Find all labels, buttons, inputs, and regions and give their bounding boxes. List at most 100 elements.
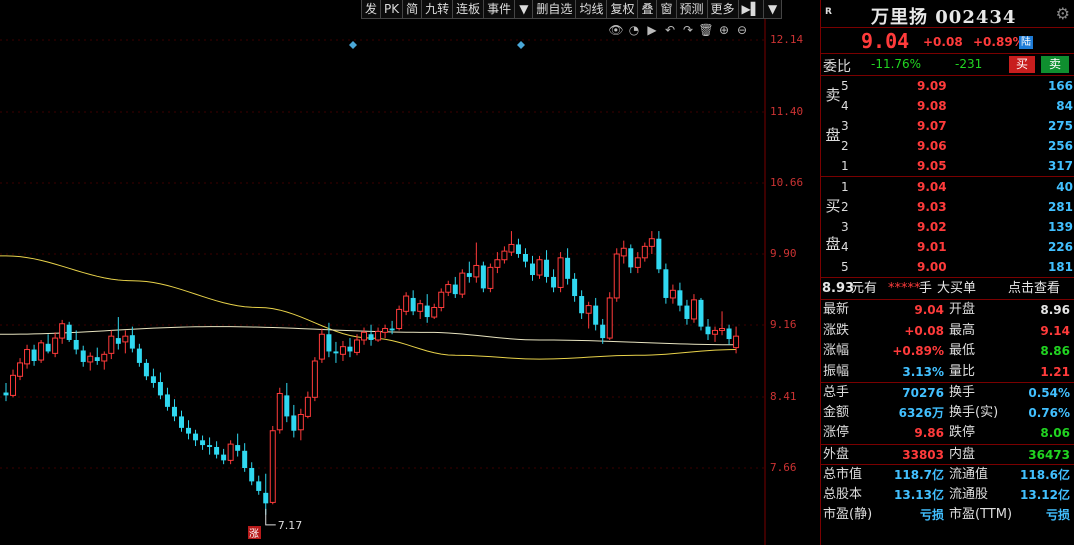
candle-body[interactable]: [157, 382, 163, 396]
candle-body[interactable]: [565, 257, 571, 279]
candle-body[interactable]: [669, 289, 676, 299]
ask-row[interactable]: 2 9.06 256: [841, 136, 1073, 156]
candle-body[interactable]: [73, 339, 79, 350]
candle-body[interactable]: [143, 362, 149, 377]
candle-body[interactable]: [389, 328, 395, 331]
candle-body[interactable]: [347, 346, 353, 352]
candle-body[interactable]: [579, 296, 585, 314]
toolbar-item[interactable]: 预测: [675, 0, 708, 19]
candle-body[interactable]: [403, 295, 410, 312]
gear-icon[interactable]: ⚙: [1056, 4, 1070, 23]
candle-body[interactable]: [291, 415, 297, 431]
candle-body[interactable]: [551, 276, 557, 288]
lock-icon[interactable]: ◔: [626, 22, 642, 38]
sell-button[interactable]: 卖: [1041, 56, 1069, 73]
candle-body[interactable]: [339, 346, 346, 355]
candle-body[interactable]: [677, 290, 683, 306]
candle-body[interactable]: [690, 299, 697, 320]
candle-body[interactable]: [698, 299, 704, 327]
candle-body[interactable]: [648, 238, 655, 247]
candle-body[interactable]: [726, 328, 732, 340]
candle-body[interactable]: [628, 248, 634, 268]
candle-body[interactable]: [207, 445, 213, 447]
candle-body[interactable]: [235, 445, 241, 451]
candle-body[interactable]: [719, 328, 726, 331]
candle-body[interactable]: [705, 326, 711, 335]
bid-row[interactable]: 2 9.03 281: [841, 197, 1073, 217]
candle-body[interactable]: [101, 353, 108, 362]
candle-body[interactable]: [326, 334, 332, 352]
candle-body[interactable]: [501, 250, 508, 261]
event-marker[interactable]: [349, 41, 357, 49]
candle-body[interactable]: [375, 330, 382, 341]
candle-body[interactable]: [193, 433, 199, 441]
candle-body[interactable]: [150, 376, 156, 383]
undo-icon[interactable]: ↶: [662, 22, 678, 38]
candle-body[interactable]: [417, 303, 424, 312]
toolbar-item[interactable]: PK: [380, 0, 404, 19]
candle-body[interactable]: [318, 333, 325, 360]
ask-row[interactable]: 3 9.07 275: [841, 116, 1073, 136]
zoom-out-icon[interactable]: ⊖: [734, 22, 750, 38]
candle-body[interactable]: [3, 392, 9, 396]
eye-icon[interactable]: 👁: [608, 22, 624, 38]
candle-body[interactable]: [10, 374, 17, 396]
candle-body[interactable]: [459, 272, 466, 295]
bid-row[interactable]: 3 9.02 139: [841, 217, 1073, 237]
ticker-view-link[interactable]: 点击查看: [1008, 278, 1060, 300]
candle-body[interactable]: [115, 338, 121, 344]
candle-body[interactable]: [221, 454, 227, 461]
candle-body[interactable]: [59, 323, 66, 339]
candle-body[interactable]: [31, 349, 37, 361]
candle-body[interactable]: [242, 450, 248, 468]
toolbar-item[interactable]: 叠: [637, 0, 658, 19]
candle-body[interactable]: [410, 297, 416, 312]
toolbar-item[interactable]: 九转: [421, 0, 454, 19]
candle-body[interactable]: [634, 257, 641, 268]
candle-body[interactable]: [368, 334, 374, 340]
candle-body[interactable]: [108, 335, 115, 354]
bid-row[interactable]: 4 9.01 226: [841, 237, 1073, 257]
candle-body[interactable]: [164, 394, 170, 407]
candle-body[interactable]: [297, 414, 304, 431]
candle-body[interactable]: [466, 273, 472, 277]
candlestick-chart[interactable]: 7.17 涨: [0, 0, 820, 545]
candle-body[interactable]: [87, 355, 94, 363]
candle-body[interactable]: [311, 360, 318, 398]
toolbar-item[interactable]: 复权: [606, 0, 639, 19]
toolbar-item[interactable]: 事件: [483, 0, 516, 19]
toolbar-item[interactable]: 简: [402, 0, 423, 19]
candle-body[interactable]: [606, 297, 613, 339]
candle-body[interactable]: [536, 259, 543, 276]
candle-body[interactable]: [17, 362, 24, 377]
play-icon[interactable]: ▶: [644, 22, 660, 38]
candle-body[interactable]: [480, 265, 486, 289]
candle-body[interactable]: [94, 357, 100, 361]
trash-icon[interactable]: 🗑: [698, 22, 714, 38]
candle-body[interactable]: [452, 284, 458, 295]
candle-body[interactable]: [494, 259, 501, 268]
candle-body[interactable]: [445, 284, 452, 293]
toolbar-item[interactable]: 窗: [656, 0, 677, 19]
candle-body[interactable]: [276, 392, 283, 431]
candle-body[interactable]: [284, 395, 290, 417]
candle-body[interactable]: [256, 481, 262, 491]
candle-body[interactable]: [249, 468, 255, 482]
candle-body[interactable]: [186, 427, 192, 434]
candle-body[interactable]: [129, 335, 135, 349]
candle-body[interactable]: [171, 406, 177, 417]
candle-body[interactable]: [515, 244, 521, 254]
candle-body[interactable]: [179, 416, 184, 428]
candle-body[interactable]: [585, 305, 592, 314]
candle-body[interactable]: [522, 254, 528, 262]
event-marker[interactable]: [517, 41, 525, 49]
candle-body[interactable]: [24, 349, 31, 365]
candle-body[interactable]: [641, 245, 648, 259]
candle-body[interactable]: [620, 247, 627, 257]
candle-body[interactable]: [487, 266, 494, 289]
candle-body[interactable]: [354, 339, 360, 353]
candle-body[interactable]: [613, 253, 620, 299]
ask-row[interactable]: 1 9.05 317: [841, 156, 1073, 176]
candle-body[interactable]: [52, 337, 59, 354]
toolbar-item[interactable]: 发: [361, 0, 382, 19]
